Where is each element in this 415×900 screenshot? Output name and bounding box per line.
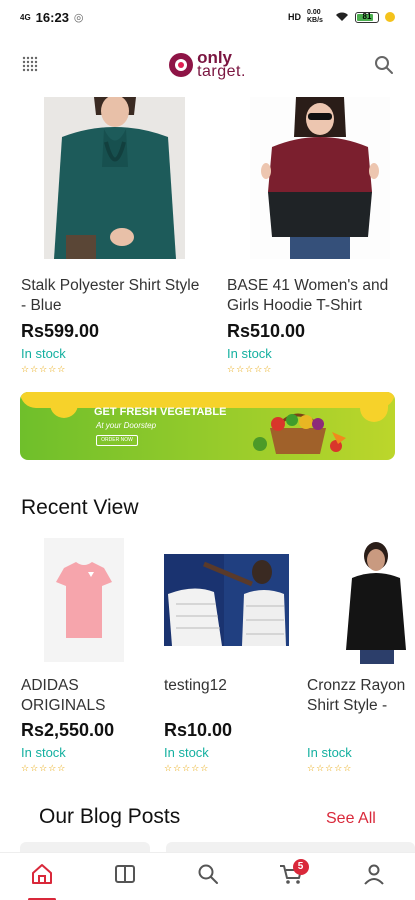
- product-price: Rs10.00: [164, 720, 233, 740]
- product-name[interactable]: Stalk Polyester Shirt Style - Blue: [21, 276, 201, 316]
- menu-grid-icon[interactable]: [20, 54, 42, 76]
- promo-banner[interactable]: GET FRESH VEGETABLE At your Doorstep ORD…: [20, 392, 395, 460]
- user-icon: [362, 862, 386, 891]
- stock-status: In stock: [164, 745, 209, 760]
- rating-stars-icon: ☆☆☆☆☆: [21, 364, 67, 374]
- hd-icon: HD: [288, 12, 301, 22]
- battery-icon: 81: [355, 11, 379, 23]
- product-image[interactable]: [44, 97, 185, 259]
- product-name[interactable]: testing12: [164, 676, 284, 696]
- stock-status: In stock: [227, 346, 272, 361]
- product-image[interactable]: [44, 538, 124, 662]
- nav-profile[interactable]: [354, 857, 394, 897]
- rating-stars-icon: ☆☆☆☆☆: [307, 763, 353, 773]
- signal-icon: 4G: [20, 12, 31, 22]
- network-speed: 0.00 KB/s: [307, 9, 323, 24]
- wifi-icon: [335, 11, 349, 24]
- product-name[interactable]: ADIDAS ORIGINALS: [21, 676, 141, 716]
- search-icon[interactable]: [373, 54, 395, 76]
- product-price: Rs2,550.00: [21, 720, 115, 740]
- brand-name-line2: target.: [197, 63, 246, 80]
- banner-drip-decoration: [50, 392, 78, 418]
- banner-order-button[interactable]: ORDER NOW: [96, 435, 138, 446]
- stock-status: In stock: [307, 745, 352, 760]
- cart-count-badge: 5: [292, 858, 309, 875]
- nav-categories[interactable]: [105, 857, 145, 897]
- product-price: Rs599.00: [21, 321, 100, 341]
- vegetable-basket-icon: [253, 413, 346, 454]
- banner-title: GET FRESH VEGETABLE: [94, 406, 227, 418]
- charging-icon: [385, 12, 395, 22]
- banner-drip-decoration: [360, 392, 388, 422]
- recent-view-title: Recent View: [21, 496, 139, 519]
- banner-subtitle: At your Doorstep: [96, 421, 157, 430]
- blog-section-title: Our Blog Posts: [39, 805, 181, 828]
- search-icon: [196, 862, 220, 891]
- battery-level: 81: [362, 11, 372, 21]
- rating-stars-icon: ☆☆☆☆☆: [164, 763, 210, 773]
- see-all-link[interactable]: See All: [326, 810, 376, 828]
- bottom-navigation: 5: [0, 852, 415, 900]
- nav-home[interactable]: [22, 857, 62, 900]
- brand-logo[interactable]: only target.: [169, 49, 246, 80]
- product-image[interactable]: [338, 540, 415, 664]
- stock-status: In stock: [21, 745, 66, 760]
- product-image[interactable]: [250, 97, 390, 259]
- nav-search[interactable]: [188, 857, 228, 897]
- brand-mark-icon: [169, 53, 194, 77]
- stock-status: In stock: [21, 346, 66, 361]
- status-time: 16:23: [35, 9, 69, 25]
- product-price: Rs510.00: [227, 321, 306, 341]
- rating-stars-icon: ☆☆☆☆☆: [227, 364, 273, 374]
- product-name[interactable]: BASE 41 Women's and Girls Hoodie T-Shirt: [227, 276, 407, 316]
- product-image[interactable]: [164, 554, 289, 646]
- home-icon: [30, 862, 54, 891]
- app-header: only target.: [0, 40, 415, 90]
- book-icon: [113, 862, 137, 891]
- whatsapp-icon: ◎: [73, 11, 84, 24]
- rating-stars-icon: ☆☆☆☆☆: [21, 763, 67, 773]
- nav-cart[interactable]: 5: [271, 857, 311, 897]
- product-name[interactable]: Cronzz Rayon Shirt Style -: [307, 676, 415, 716]
- status-bar: 4G 16:23 ◎ HD 0.00 KB/s 81: [0, 0, 415, 34]
